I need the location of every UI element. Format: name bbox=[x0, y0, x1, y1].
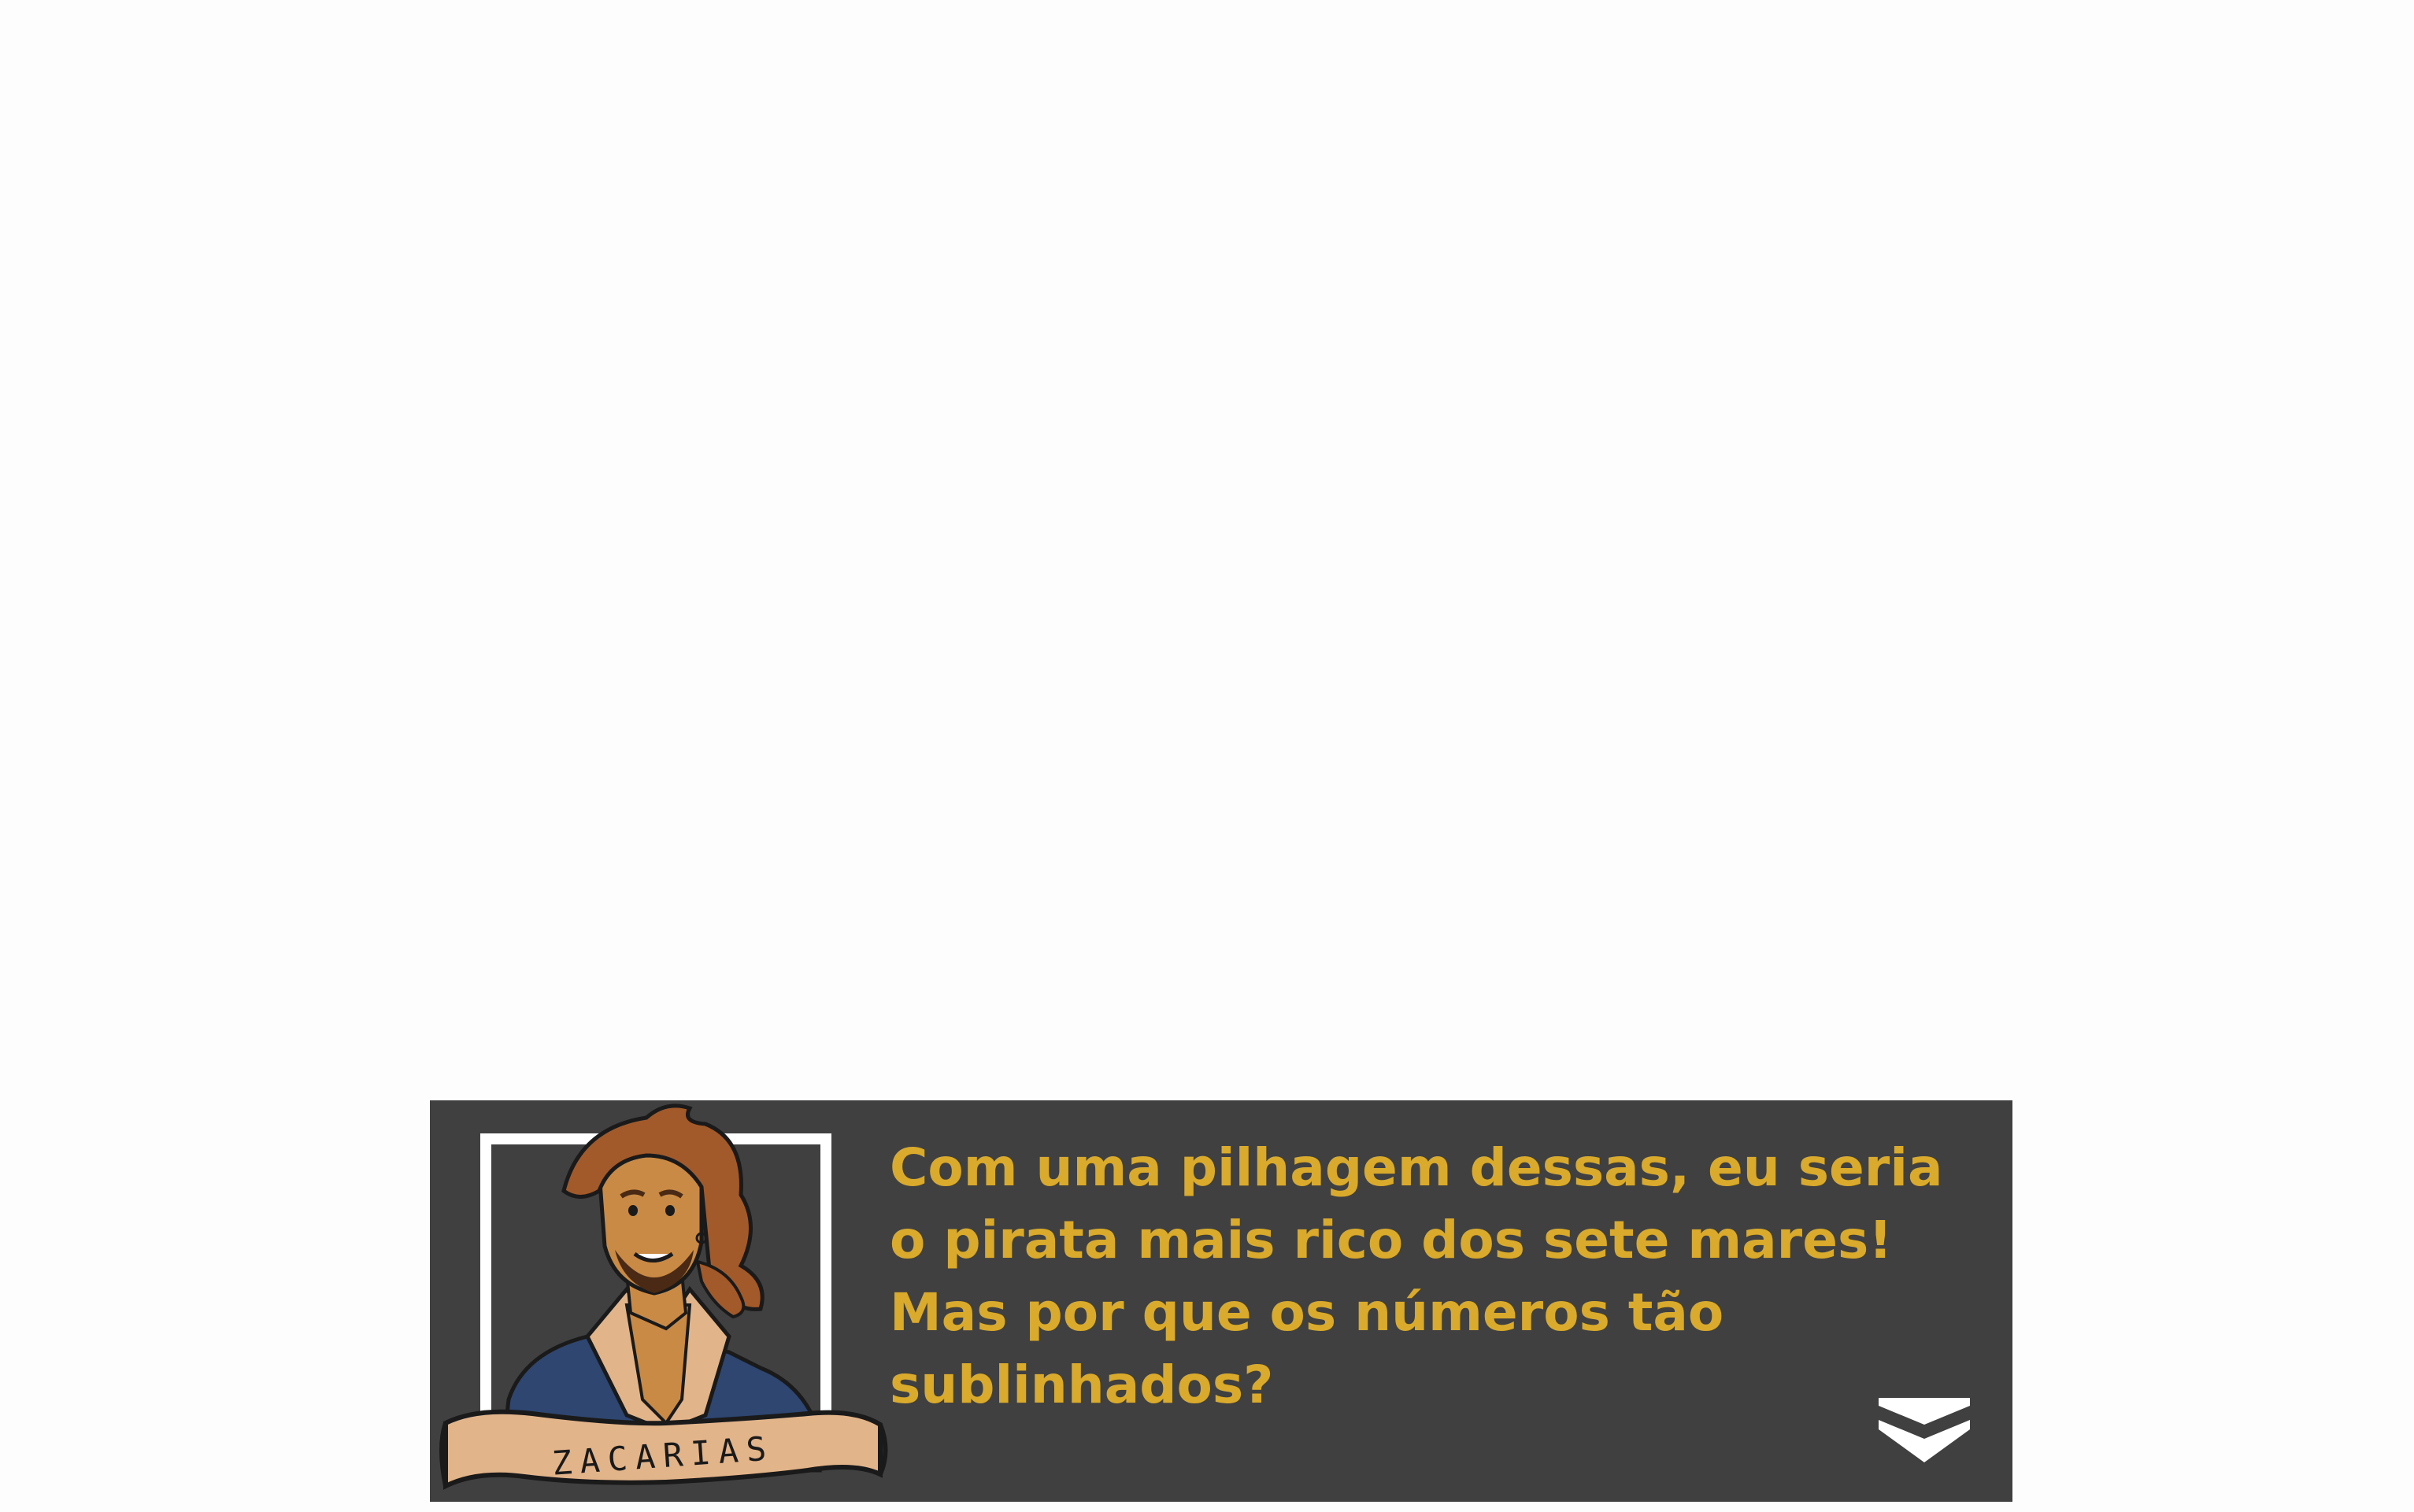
double-chevron-down-icon bbox=[1879, 1398, 1970, 1462]
dialog-line-2: o pirata mais rico dos sete mares! bbox=[890, 1210, 1893, 1270]
game-scene: ZACARIAS Com uma pilhagem dessas, eu ser… bbox=[0, 0, 2414, 1512]
dialog-box[interactable]: ZACARIAS Com uma pilhagem dessas, eu ser… bbox=[430, 1100, 2012, 1502]
character-portrait: ZACARIAS bbox=[439, 1104, 888, 1490]
dialog-text: Com uma pilhagem dessas, eu seria o pira… bbox=[890, 1132, 1943, 1421]
dialog-line-1: Com uma pilhagem dessas, eu seria bbox=[890, 1137, 1943, 1198]
dialog-line-3: Mas por que os números tão bbox=[890, 1282, 1724, 1343]
continue-button[interactable] bbox=[1879, 1398, 1970, 1462]
dialog-line-4: sublinhados? bbox=[890, 1355, 1274, 1415]
